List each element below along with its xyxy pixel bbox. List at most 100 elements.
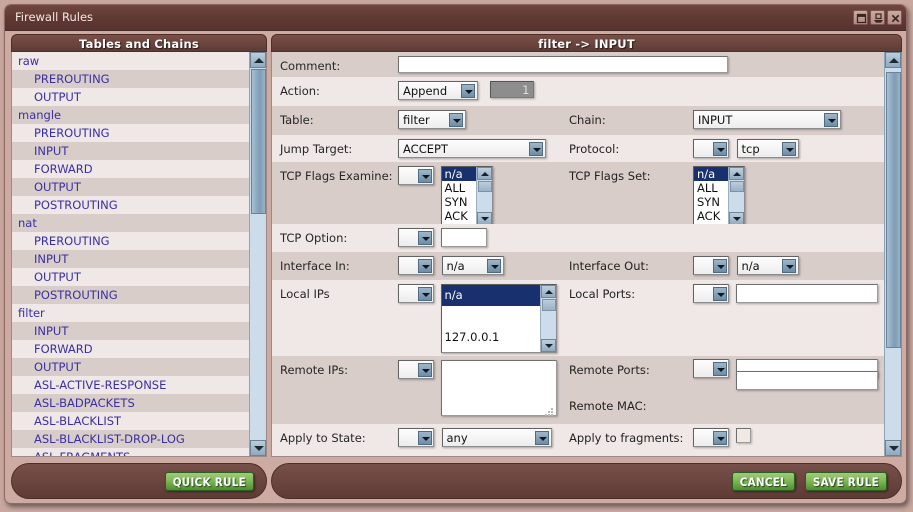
tcp-flags-set-listbox[interactable]: n/a ALL SYN ACK	[693, 166, 745, 226]
chain-list-item[interactable]: mangle	[12, 106, 249, 124]
chain-list[interactable]: raw PREROUTING OUTPUT mangle PREROUTING INPUT…	[12, 52, 249, 456]
remote-ips-textarea[interactable]	[440, 360, 557, 416]
rule-form-panel: filter -> INPUT Comment: Action: Append	[271, 34, 902, 459]
table-select[interactable]: filter	[398, 110, 466, 129]
scroll-up-button[interactable]	[476, 167, 492, 180]
save-rule-button[interactable]: SAVE RULE	[804, 472, 887, 491]
comment-input[interactable]	[398, 56, 728, 73]
chain-list-item[interactable]: raw	[12, 52, 249, 70]
tcp-flags-examine-negate-select[interactable]	[398, 166, 434, 185]
interface-out-select[interactable]: n/a	[736, 256, 799, 275]
listbox-option[interactable]: ACK	[442, 209, 476, 223]
chain-list-item[interactable]: ASL-BLACKLIST-DROP-LOG	[12, 430, 249, 448]
scroll-up-button[interactable]	[885, 52, 901, 68]
tcp-flags-set-scrollbar[interactable]	[728, 167, 744, 225]
chain-list-item[interactable]: OUTPUT	[12, 358, 249, 376]
chain-list-item[interactable]: ASL-ACTIVE-RESPONSE	[12, 376, 249, 394]
interface-in-negate-select[interactable]	[398, 256, 434, 275]
tcp-option-input[interactable]	[440, 228, 487, 247]
chain-list-item[interactable]: INPUT	[12, 322, 249, 340]
tcp-flags-examine-options[interactable]: n/a ALL SYN ACK	[441, 167, 476, 225]
sidebar-scrollbar[interactable]	[249, 52, 266, 456]
remote-mac-input[interactable]	[735, 371, 878, 390]
scroll-down-button[interactable]	[540, 339, 556, 352]
scroll-thumb[interactable]	[886, 72, 901, 348]
jump-target-select[interactable]: ACCEPT	[398, 139, 546, 158]
local-ports-label: Local Ports:	[569, 287, 636, 301]
table-select-value: filter	[403, 113, 430, 127]
restore-button[interactable]	[853, 10, 868, 25]
chain-list-item[interactable]: POSTROUTING	[12, 196, 249, 214]
chain-list-item[interactable]: PREROUTING	[12, 232, 249, 250]
chain-list-item[interactable]: FORWARD	[12, 160, 249, 178]
local-ips-scrollbar[interactable]	[539, 285, 556, 352]
apply-to-fragments-checkbox[interactable]	[735, 428, 751, 443]
scroll-up-button[interactable]	[540, 285, 556, 298]
chain-list-item[interactable]: PREROUTING	[12, 70, 249, 88]
chain-list-item[interactable]: OUTPUT	[12, 178, 249, 196]
chain-list-item[interactable]: FORWARD	[12, 340, 249, 358]
action-select[interactable]: Append	[398, 81, 478, 100]
local-ips-listbox[interactable]: n/a 127.0.0.1	[440, 284, 557, 353]
quick-rule-button[interactable]: QUICK RULE	[164, 472, 254, 491]
resize-grip-icon[interactable]	[544, 408, 554, 417]
scroll-up-button[interactable]	[729, 167, 744, 180]
scroll-thumb[interactable]	[477, 181, 492, 192]
cancel-button[interactable]: CANCEL	[731, 472, 795, 491]
chain-list-item[interactable]: INPUT	[12, 250, 249, 268]
chain-list-item[interactable]: POSTROUTING	[12, 286, 249, 304]
apply-to-state-select[interactable]: any	[441, 428, 552, 447]
shade-button[interactable]	[870, 10, 885, 25]
listbox-option[interactable]: 127.0.0.1	[442, 327, 540, 348]
chain-list-item[interactable]: INPUT	[12, 142, 249, 160]
form-container: Comment: Action: Append 1 Table: filter …	[271, 52, 902, 457]
scroll-thumb[interactable]	[730, 181, 744, 192]
remote-ips-negate-select[interactable]	[398, 360, 434, 379]
local-ips-options[interactable]: n/a 127.0.0.1	[441, 285, 540, 352]
scroll-down-button[interactable]	[885, 440, 901, 456]
tcp-option-negate-select[interactable]	[398, 228, 434, 247]
remote-ports-negate-select[interactable]	[693, 359, 729, 378]
action-position-input[interactable]	[489, 81, 534, 98]
scroll-thumb[interactable]	[251, 69, 266, 214]
local-ports-input[interactable]	[735, 284, 878, 303]
chain-list-item[interactable]: filter	[12, 304, 249, 322]
close-button[interactable]	[887, 10, 902, 25]
listbox-option[interactable]: ALL	[694, 181, 728, 195]
protocol-negate-select[interactable]	[693, 139, 729, 158]
chain-list-item[interactable]: ASL-BLACKLIST	[12, 412, 249, 430]
listbox-option[interactable]: ACK	[694, 209, 728, 223]
listbox-option[interactable]	[442, 306, 540, 327]
row-apply: Apply to State: any Apply to fragments:	[272, 424, 884, 450]
chain-list-item[interactable]: ASL-FRAGMENTS	[12, 448, 249, 456]
chain-list-item[interactable]: OUTPUT	[12, 268, 249, 286]
local-ports-negate-select[interactable]	[693, 284, 729, 303]
listbox-option[interactable]: SYN	[694, 195, 728, 209]
listbox-option[interactable]: n/a	[694, 167, 728, 181]
listbox-option[interactable]: n/a	[441, 285, 540, 306]
tcp-flags-set-label: TCP Flags Set:	[569, 169, 651, 183]
sidebar-header: Tables and Chains	[11, 34, 267, 52]
local-ips-negate-select[interactable]	[398, 284, 434, 303]
interface-in-select[interactable]: n/a	[441, 256, 504, 275]
interface-out-negate-select[interactable]	[693, 256, 729, 275]
listbox-option[interactable]: SYN	[442, 195, 476, 209]
scroll-up-button[interactable]	[250, 52, 266, 68]
protocol-select[interactable]: tcp	[736, 139, 799, 158]
tcp-flags-set-options[interactable]: n/a ALL SYN ACK	[694, 167, 728, 225]
listbox-option[interactable]: n/a	[441, 167, 476, 181]
chain-list-item[interactable]: PREROUTING	[12, 124, 249, 142]
scroll-thumb[interactable]	[541, 299, 556, 311]
chain-list-item[interactable]: OUTPUT	[12, 88, 249, 106]
tcp-flags-examine-listbox[interactable]: n/a ALL SYN ACK	[440, 166, 493, 226]
chain-select[interactable]: INPUT	[693, 110, 841, 129]
tcp-flags-examine-scrollbar[interactable]	[475, 167, 492, 225]
scroll-down-button[interactable]	[250, 440, 266, 456]
apply-to-state-negate-select[interactable]	[398, 428, 434, 447]
form-scrollbar[interactable]	[884, 52, 901, 456]
listbox-option[interactable]: ALL	[442, 181, 476, 195]
chain-list-item[interactable]: nat	[12, 214, 249, 232]
chevron-down-icon	[713, 287, 727, 301]
chain-list-item[interactable]: ASL-BADPACKETS	[12, 394, 249, 412]
apply-to-fragments-negate-select[interactable]	[693, 428, 729, 447]
